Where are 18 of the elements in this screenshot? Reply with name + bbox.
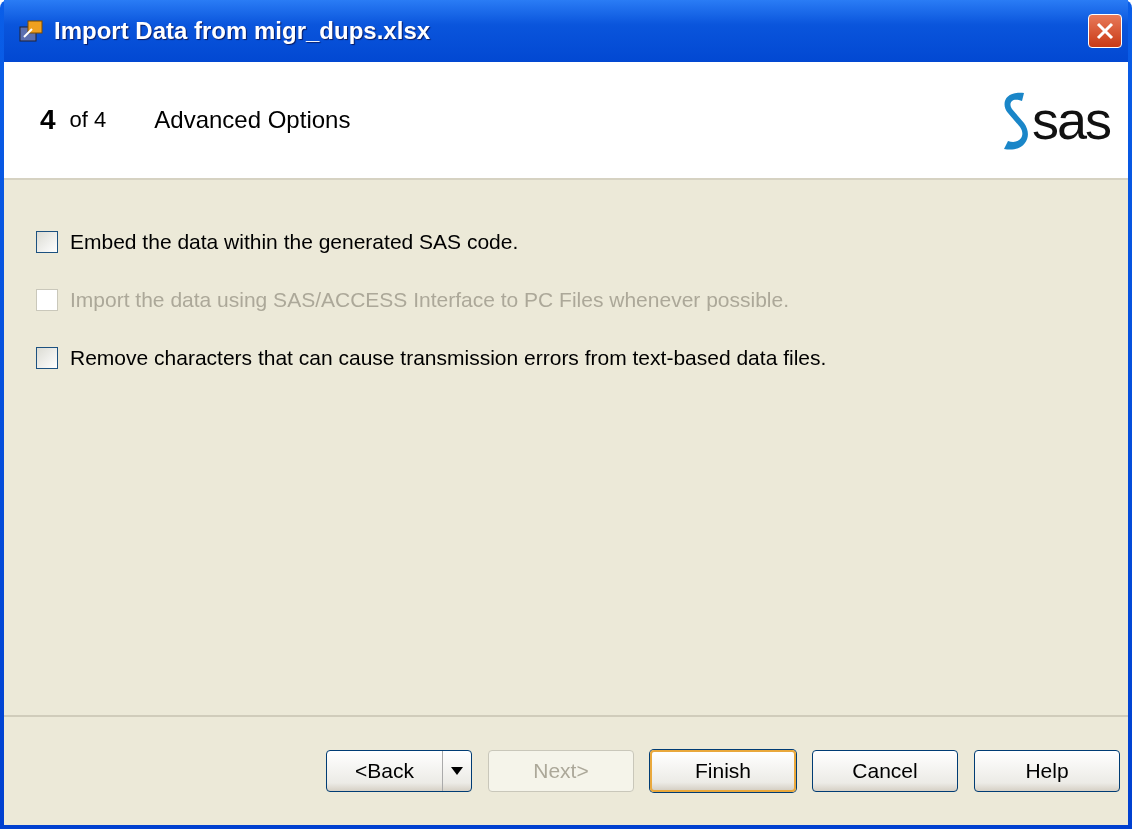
step-title: Advanced Options xyxy=(154,106,352,134)
checkbox[interactable] xyxy=(36,347,58,369)
close-button[interactable] xyxy=(1088,14,1122,48)
dialog-button[interactable]: Help xyxy=(974,750,1120,792)
step-number: 4 xyxy=(40,104,56,136)
dialog-button[interactable]: Finish xyxy=(650,750,796,792)
option-label: Import the data using SAS/ACCESS Interface to PC Files whenever possible. xyxy=(70,288,789,312)
checkbox[interactable] xyxy=(36,231,58,253)
close-icon xyxy=(1095,21,1115,41)
option-label: Embed the data within the generated SAS code. xyxy=(70,230,519,254)
option-label: Remove characters that can cause transmission errors from text-based data files. xyxy=(70,346,827,370)
split-button[interactable]: <Back xyxy=(326,750,472,792)
logo-text: sas xyxy=(1031,93,1110,147)
dialog-button[interactable]: Cancel xyxy=(812,750,958,792)
step-count: of 4 xyxy=(69,107,107,133)
caret-icon xyxy=(451,767,463,775)
import-icon xyxy=(18,19,44,43)
window-title: Import Data from migr_dups.xlsx xyxy=(54,17,432,45)
